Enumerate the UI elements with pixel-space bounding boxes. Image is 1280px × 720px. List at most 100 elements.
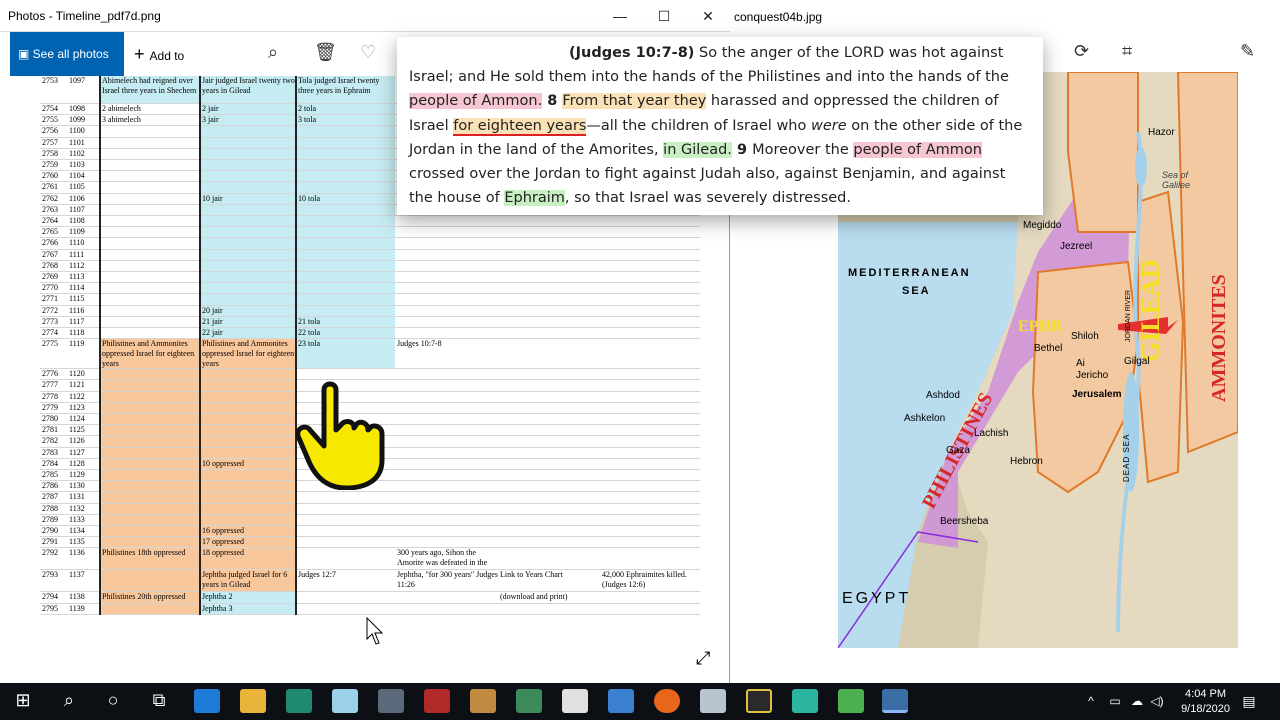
app-icon[interactable] [792,689,818,713]
table-cell [600,526,700,536]
table-cell: 1132 [69,503,85,513]
file-explorer-icon[interactable] [240,689,266,713]
app-icon[interactable] [378,689,404,713]
table-cell [296,160,395,171]
table-cell [600,261,700,271]
minimize-button[interactable]: — [598,4,642,28]
app-icon[interactable] [746,689,772,713]
table-row: 2790 1134 16 oppressed [40,526,700,538]
app-icon[interactable] [700,689,726,713]
table-row: 2776 1120 [40,369,700,381]
table-cell [498,481,600,491]
expand-icon[interactable]: ⤢ [696,648,710,669]
app-icon[interactable] [286,689,312,713]
task-view-icon[interactable]: ⧉ [144,690,174,711]
table-cell: 2777 [42,380,58,390]
table-cell: 22 jair [200,328,296,339]
table-cell [600,216,700,226]
heart-icon[interactable]: ♡ [360,42,376,63]
table-cell: 1097 [69,76,85,85]
table-cell: 10 oppressed [200,458,296,469]
app-icon[interactable] [608,689,634,713]
table-cell: 18 oppressed [200,548,296,570]
table-cell [498,548,600,569]
table-cell [100,238,200,248]
cortana-icon[interactable]: ○ [98,690,128,711]
table-cell: 22 tola [296,328,395,339]
maximize-button[interactable]: ☐ [642,4,686,28]
table-cell: 42,000 Ephraimites killed. (Judges 12:6) [602,570,687,590]
add-to-button[interactable]: + Add to [134,32,184,76]
app-icon[interactable] [516,689,542,713]
table-cell: 1112 [69,260,85,270]
table-cell [100,328,200,338]
table-cell: 1133 [69,514,85,524]
app-icon[interactable] [332,689,358,713]
delete-icon[interactable]: 🗑 [314,42,337,63]
table-cell: 2773 [42,316,58,326]
photos-taskbar-icon[interactable] [882,689,908,713]
table-cell [296,204,395,215]
table-cell [296,227,395,238]
map-label-ashkelon: Ashkelon [904,413,946,424]
table-cell: 1101 [69,137,85,147]
table-cell: 1128 [69,458,85,468]
table-cell [100,470,200,481]
solitaire-icon[interactable] [562,689,588,713]
windows-start-icon[interactable]: ⊞ [8,690,38,711]
table-cell: 1119 [69,339,85,349]
table-row: 2792 1136 Philistines 18th oppressed 18 opp… [40,548,700,571]
table-cell [395,403,498,413]
map-label-gaza: Gaza [946,445,970,456]
table-cell [296,526,395,536]
table-cell: 1138 [69,592,85,602]
volume-icon[interactable]: ◁) [1142,694,1172,708]
crop-icon[interactable]: ⌗ [1122,41,1132,62]
table-cell: 1115 [69,294,85,304]
table-row: 2765 1109 [40,227,700,239]
table-cell: 21 jair [200,316,296,327]
map-label-sea: SEA [902,285,931,297]
table-cell: 10 jair [200,193,296,204]
table-cell [296,492,395,502]
column-divider [99,76,101,615]
table-cell [498,261,600,271]
map-label-gilead: GILEAD [1136,259,1165,362]
table-cell [395,425,498,435]
table-cell: 2766 [42,238,58,248]
table-cell: 1111 [69,249,85,259]
edit-icon[interactable]: ✎ [1240,41,1255,62]
map-label-lachish: Lachish [974,428,1009,439]
app-icon[interactable] [424,689,450,713]
table-cell [498,459,600,469]
close-button[interactable]: ✕ [686,4,730,28]
table-cell: 21 tola [296,316,395,327]
firefox-icon[interactable] [654,689,680,713]
rotate-icon[interactable]: ⟳ [1074,41,1089,62]
table-cell [395,369,498,379]
table-cell: 1113 [69,272,85,281]
table-cell [600,227,700,237]
clock[interactable]: 4:04 PM 9/18/2020 [1181,687,1230,717]
table-cell [600,436,700,446]
edge-icon[interactable] [194,689,220,713]
table-cell: 2775 [42,339,58,349]
table-cell [200,481,296,492]
table-cell [200,260,296,271]
notification-icon[interactable]: ▤ [1234,693,1264,710]
table-cell: 2792 [42,548,58,558]
app-icon[interactable] [470,689,496,713]
map-label-ai: Ai [1076,358,1085,369]
table-cell [498,470,600,480]
table-cell [100,205,200,215]
table-cell [600,339,700,368]
table-cell [395,537,498,547]
table-cell [395,283,498,293]
map-label-jordan: JORDAN RIVER [1125,289,1132,342]
zoom-icon[interactable]: ⌕ [268,42,278,63]
see-all-photos-button[interactable]: ▣ See all photos [10,32,124,76]
table-cell: 23 tola [296,339,395,369]
search-icon[interactable]: ⌕ [54,690,84,711]
table-cell [395,515,498,525]
app-icon[interactable] [838,689,864,713]
